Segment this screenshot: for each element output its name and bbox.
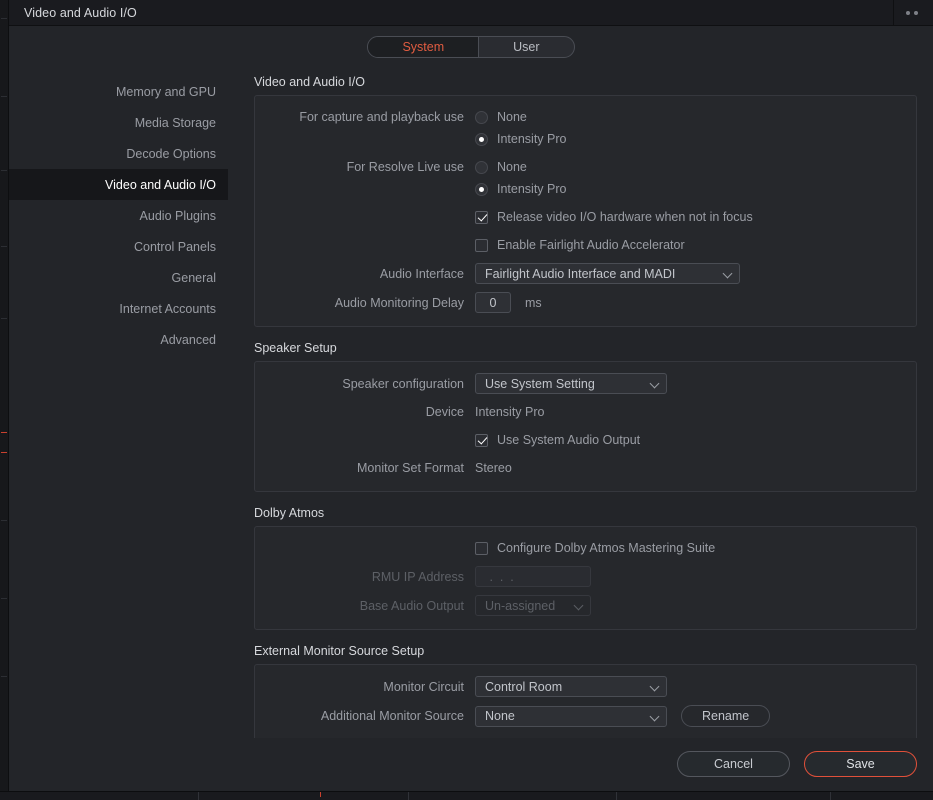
- more-dots-icon[interactable]: [893, 0, 929, 25]
- input-audio-monitoring-delay[interactable]: [475, 292, 511, 313]
- label-monitor-set-format: Monitor Set Format: [357, 461, 464, 475]
- sidebar-item-video-and-audio-io[interactable]: Video and Audio I/O: [9, 169, 228, 200]
- label-for-resolve-live-use: For Resolve Live use: [346, 160, 464, 174]
- row-capture-playback-intensity-pro: Intensity Pro: [255, 129, 916, 149]
- radio-capture-intensity-pro[interactable]: [475, 132, 488, 146]
- label-base-audio-output: Base Audio Output: [359, 598, 464, 613]
- label-audio-monitoring-delay: Audio Monitoring Delay: [334, 295, 464, 310]
- scope-toggle-row: System User: [9, 26, 933, 68]
- save-button[interactable]: Save: [804, 751, 917, 777]
- chevron-down-icon: [651, 379, 660, 388]
- select-value-base-audio-output: Un-assigned: [485, 598, 556, 613]
- settings-content: Video and Audio I/O For capture and play…: [228, 68, 933, 791]
- row-release-video-io-hardware: Release video I/O hardware when not in f…: [255, 207, 916, 227]
- select-speaker-configuration[interactable]: Use System Setting: [475, 373, 667, 394]
- panel-external-monitor-source-setup: Monitor Circuit Control Room Additional …: [254, 664, 917, 741]
- checkbox-use-system-audio-output[interactable]: [475, 433, 488, 447]
- select-additional-monitor-source[interactable]: None: [475, 705, 667, 727]
- value-monitor-set-format: Stereo: [475, 461, 512, 475]
- panel-speaker-setup: Speaker configuration Use System Setting…: [254, 361, 917, 492]
- dialog-titlebar: Video and Audio I/O: [9, 0, 933, 26]
- row-use-system-audio-output: Use System Audio Output: [255, 430, 916, 450]
- row-capture-playback-none: For capture and playback use None: [255, 107, 916, 127]
- label-monitor-circuit: Monitor Circuit: [383, 679, 464, 694]
- row-additional-monitor-source: Additional Monitor Source None Rename: [255, 705, 916, 727]
- select-monitor-circuit[interactable]: Control Room: [475, 676, 667, 697]
- tab-user[interactable]: User: [479, 37, 573, 57]
- value-device: Intensity Pro: [475, 405, 545, 419]
- label-speaker-configuration: Speaker configuration: [342, 376, 464, 391]
- chevron-down-icon: [651, 712, 660, 721]
- select-value-monitor-circuit: Control Room: [485, 679, 563, 694]
- radio-resolve-live-none[interactable]: [475, 160, 488, 174]
- row-resolve-live-none: For Resolve Live use None: [255, 157, 916, 177]
- background-window-bottom-strip: [0, 791, 933, 800]
- panel-dolby-atmos: Configure Dolby Atmos Mastering Suite RM…: [254, 526, 917, 630]
- checkbox-configure-dolby-atmos-mastering-suite[interactable]: [475, 541, 488, 555]
- row-monitor-set-format: Monitor Set Format Stereo: [255, 458, 916, 478]
- sidebar-item-control-panels[interactable]: Control Panels: [9, 231, 228, 262]
- checkbox-enable-fairlight-audio-accelerator[interactable]: [475, 238, 488, 252]
- label-rmu-ip-address: RMU IP Address: [371, 569, 464, 584]
- row-enable-fairlight-audio-accelerator: Enable Fairlight Audio Accelerator: [255, 235, 916, 255]
- row-monitor-circuit: Monitor Circuit Control Room: [255, 676, 916, 697]
- radio-label-capture-none[interactable]: None: [497, 110, 527, 124]
- checkbox-release-video-io-hardware[interactable]: [475, 210, 488, 224]
- section-title-video-audio-io: Video and Audio I/O: [254, 75, 365, 89]
- sidebar-item-advanced[interactable]: Advanced: [9, 324, 228, 355]
- dialog-body: Memory and GPU Media Storage Decode Opti…: [9, 68, 933, 791]
- dialog-footer: Cancel Save: [677, 751, 917, 777]
- label-audio-interface: Audio Interface: [379, 266, 464, 281]
- row-base-audio-output: Base Audio Output Un-assigned: [255, 595, 916, 616]
- sidebar-item-general[interactable]: General: [9, 262, 228, 293]
- rename-button[interactable]: Rename: [681, 705, 771, 727]
- radio-resolve-live-intensity-pro[interactable]: [475, 182, 488, 196]
- section-title-speaker-setup: Speaker Setup: [254, 341, 337, 355]
- checkbox-label-enable-fairlight-audio-accelerator[interactable]: Enable Fairlight Audio Accelerator: [497, 238, 685, 252]
- checkbox-label-release-video-io-hardware[interactable]: Release video I/O hardware when not in f…: [497, 210, 753, 224]
- preferences-window-root: Video and Audio I/O System User Memory a…: [0, 0, 933, 800]
- sidebar-item-memory-and-gpu[interactable]: Memory and GPU: [9, 76, 228, 107]
- panel-video-audio-io: For capture and playback use None Intens…: [254, 95, 917, 327]
- chevron-down-icon: [724, 269, 733, 278]
- sidebar-item-internet-accounts[interactable]: Internet Accounts: [9, 293, 228, 324]
- sidebar-item-audio-plugins[interactable]: Audio Plugins: [9, 200, 228, 231]
- label-device: Device: [425, 405, 464, 419]
- preferences-sidebar: Memory and GPU Media Storage Decode Opti…: [9, 68, 228, 791]
- checkbox-label-configure-dolby-atmos-mastering-suite[interactable]: Configure Dolby Atmos Mastering Suite: [497, 541, 715, 555]
- section-title-external-monitor-source-setup: External Monitor Source Setup: [254, 644, 425, 658]
- preferences-dialog: Video and Audio I/O System User Memory a…: [9, 0, 933, 791]
- unit-milliseconds: ms: [525, 295, 542, 310]
- checkbox-label-use-system-audio-output[interactable]: Use System Audio Output: [497, 433, 640, 447]
- label-for-capture-and-playback-use: For capture and playback use: [299, 110, 464, 124]
- chevron-down-icon: [575, 601, 584, 610]
- row-configure-dolby-atmos-mastering-suite: Configure Dolby Atmos Mastering Suite: [255, 538, 916, 558]
- scope-toggle: System User: [367, 36, 575, 58]
- background-window-left-sliver: [0, 0, 9, 800]
- input-rmu-ip-address[interactable]: [475, 566, 591, 587]
- row-audio-monitoring-delay: Audio Monitoring Delay ms: [255, 292, 916, 313]
- sidebar-item-decode-options[interactable]: Decode Options: [9, 138, 228, 169]
- label-additional-monitor-source: Additional Monitor Source: [320, 709, 464, 723]
- chevron-down-icon: [651, 682, 660, 691]
- select-base-audio-output[interactable]: Un-assigned: [475, 595, 591, 616]
- radio-label-resolve-live-intensity-pro[interactable]: Intensity Pro: [497, 182, 566, 196]
- select-audio-interface[interactable]: Fairlight Audio Interface and MADI: [475, 263, 740, 284]
- row-speaker-configuration: Speaker configuration Use System Setting: [255, 373, 916, 394]
- section-title-dolby-atmos: Dolby Atmos: [254, 506, 325, 520]
- select-value-additional-monitor-source: None: [485, 709, 515, 723]
- radio-label-resolve-live-none[interactable]: None: [497, 160, 527, 174]
- radio-capture-none[interactable]: [475, 110, 488, 124]
- tab-system[interactable]: System: [368, 37, 479, 57]
- row-rmu-ip-address: RMU IP Address: [255, 566, 916, 587]
- page-title: Video and Audio I/O: [24, 5, 137, 20]
- row-device: Device Intensity Pro: [255, 402, 916, 422]
- cancel-button[interactable]: Cancel: [677, 751, 790, 777]
- select-value-speaker-configuration: Use System Setting: [485, 376, 595, 391]
- radio-label-capture-intensity-pro[interactable]: Intensity Pro: [497, 132, 566, 146]
- select-value-audio-interface: Fairlight Audio Interface and MADI: [485, 266, 676, 281]
- sidebar-item-media-storage[interactable]: Media Storage: [9, 107, 228, 138]
- row-resolve-live-intensity-pro: Intensity Pro: [255, 179, 916, 199]
- row-audio-interface: Audio Interface Fairlight Audio Interfac…: [255, 263, 916, 284]
